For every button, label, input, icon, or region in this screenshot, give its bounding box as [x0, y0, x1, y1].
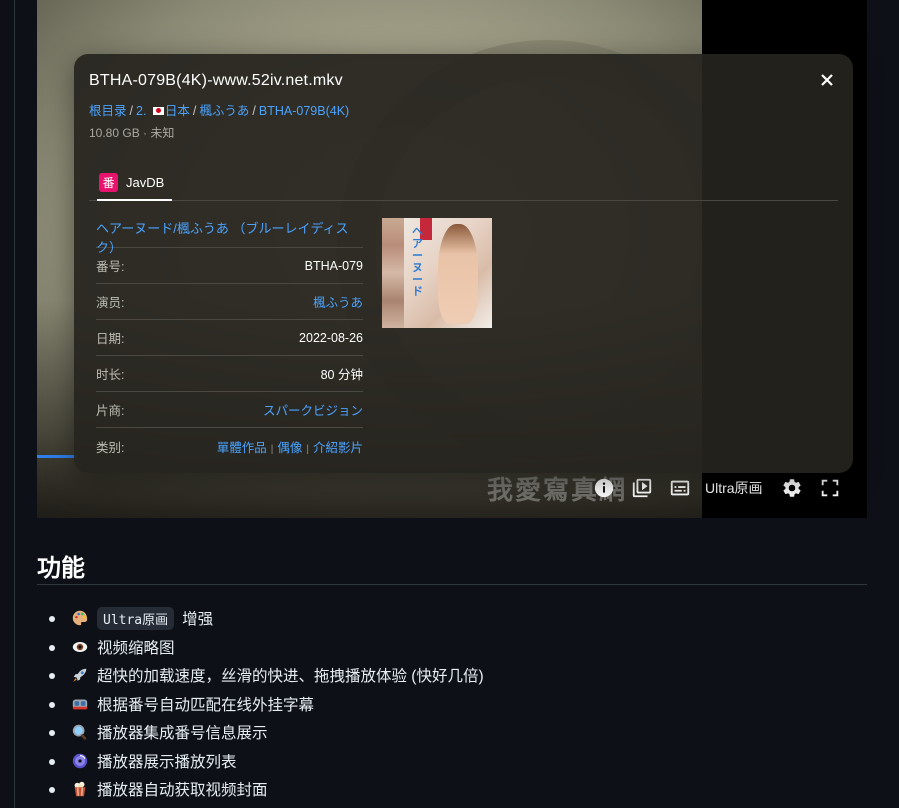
- movie-details: ヘアーヌード/楓ふうあ （ブルーレイディスク） 番号: BTHA-079 演员:…: [89, 218, 838, 464]
- breadcrumb-current[interactable]: BTHA-079B(4K): [259, 104, 349, 118]
- list-item: 播放器展示播放列表: [49, 747, 484, 776]
- video-info-panel: BTHA-079B(4K)-www.52iv.net.mkv 根目录/2. 日本…: [74, 54, 853, 473]
- eye-icon: [71, 638, 89, 656]
- source-tabs: 番 JavDB: [89, 165, 838, 201]
- cover-image[interactable]: ヘアーヌード: [382, 218, 492, 328]
- genre-link[interactable]: 介紹影片: [313, 441, 363, 455]
- detail-table: ヘアーヌード/楓ふうあ （ブルーレイディスク） 番号: BTHA-079 演员:…: [96, 218, 363, 464]
- javdb-badge-icon: 番: [99, 172, 118, 192]
- progress-bar-played[interactable]: [37, 455, 77, 458]
- detail-row-duration: 时长: 80 分钟: [96, 356, 363, 392]
- breadcrumb-actress[interactable]: 楓ふうあ: [199, 104, 249, 118]
- cover-thumbnail-strip: [382, 218, 404, 328]
- detail-value: 2022-08-26: [299, 330, 363, 345]
- list-item: 视频缩略图: [49, 633, 484, 662]
- detail-value: BTHA-079: [304, 258, 363, 273]
- palette-icon: [71, 609, 89, 627]
- jp-flag-icon: [152, 106, 164, 115]
- player-controls: Ultra原画: [585, 472, 849, 504]
- feature-list: Ultra原画 增强 视频缩略图 超快的加载速度，丝滑的快进、拖拽播放体验 (快…: [49, 604, 484, 804]
- detail-key: 演员:: [96, 296, 125, 310]
- feature-text: 播放器展示播放列表: [97, 753, 237, 771]
- settings-button[interactable]: [773, 472, 811, 504]
- file-title: BTHA-079B(4K)-www.52iv.net.mkv: [89, 72, 343, 89]
- feature-text: 视频缩略图: [97, 639, 175, 657]
- breadcrumb-separator: /: [129, 104, 133, 118]
- genre-list: 單體作品 | 偶像 | 介紹影片: [217, 437, 363, 456]
- popcorn-icon: [71, 780, 89, 798]
- detail-row-studio: 片商: スパークビジョン: [96, 392, 363, 428]
- actress-link[interactable]: 楓ふうあ: [313, 292, 363, 311]
- list-item: 播放器集成番号信息展示: [49, 718, 484, 747]
- detail-row-code: 番号: BTHA-079: [96, 248, 363, 284]
- detail-key: 类别:: [96, 440, 125, 455]
- subtitles-icon: [670, 480, 690, 496]
- feature-text: 根据番号自动匹配在线外挂字幕: [97, 696, 315, 714]
- list-item: 超快的加载速度，丝滑的快进、拖拽播放体验 (快好几倍): [49, 661, 484, 690]
- playlist-button[interactable]: [623, 472, 661, 504]
- tab-javdb[interactable]: 番 JavDB: [97, 165, 173, 201]
- tab-javdb-label: JavDB: [126, 174, 165, 190]
- info-button[interactable]: [585, 472, 623, 504]
- cover-title-text: ヘアーヌード: [412, 226, 423, 298]
- magnifier-icon: [71, 723, 89, 741]
- detail-key: 片商:: [96, 404, 125, 418]
- page-left-border: [14, 0, 15, 808]
- gear-icon: [783, 479, 801, 497]
- breadcrumb-separator: /: [252, 104, 256, 118]
- genre-separator: |: [306, 443, 309, 455]
- close-button[interactable]: [815, 68, 839, 92]
- genre-separator: |: [270, 443, 274, 455]
- breadcrumb-region[interactable]: 2. 日本: [136, 104, 190, 118]
- detail-value: 80 分钟: [320, 368, 363, 382]
- fullscreen-icon: [821, 479, 838, 497]
- detail-row-actress: 演员: 楓ふうあ: [96, 284, 363, 320]
- genre-link[interactable]: 偶像: [277, 441, 302, 455]
- subtitles-button[interactable]: [661, 472, 699, 504]
- disc-icon: [71, 752, 89, 770]
- breadcrumb-region-prefix: 2.: [136, 104, 150, 118]
- movie-title-link[interactable]: ヘアーヌード/楓ふうあ （ブルーレイディスク）: [96, 218, 363, 255]
- detail-key: 番号:: [96, 260, 125, 274]
- feature-text: 播放器集成番号信息展示: [97, 725, 268, 743]
- playlist-icon: [632, 478, 652, 498]
- detail-row-date: 日期: 2022-08-26: [96, 320, 363, 356]
- list-item: 根据番号自动匹配在线外挂字幕: [49, 690, 484, 719]
- detail-key: 日期:: [96, 332, 125, 346]
- cover-figure: [438, 224, 478, 324]
- heading-divider: [37, 584, 867, 585]
- list-item: Ultra原画 增强: [49, 604, 484, 633]
- list-item: 播放器自动获取视频封面: [49, 775, 484, 804]
- info-circle-icon: [594, 478, 614, 498]
- genre-link[interactable]: 單體作品: [217, 441, 267, 455]
- fullscreen-button[interactable]: [811, 472, 849, 504]
- breadcrumb-root[interactable]: 根目录: [89, 104, 127, 118]
- close-icon: [821, 74, 833, 86]
- breadcrumb: 根目录/2. 日本 / 楓ふうあ / BTHA-079B(4K): [89, 100, 838, 119]
- quality-selector[interactable]: Ultra原画: [699, 478, 773, 498]
- file-meta: 10.80 GB · 未知: [89, 126, 175, 140]
- feature-text: 增强: [182, 611, 214, 629]
- studio-link[interactable]: スパークビジョン: [263, 400, 363, 419]
- breadcrumb-region-label: 日本: [164, 104, 190, 118]
- detail-key: 时长:: [96, 368, 125, 382]
- feature-text: 超快的加载速度，丝滑的快进、拖拽播放体验 (快好几倍): [97, 668, 484, 686]
- feature-text: 播放器自动获取视频封面: [97, 782, 268, 800]
- goggles-icon: [71, 695, 89, 713]
- section-heading: 功能: [37, 555, 85, 582]
- rocket-icon: [71, 666, 89, 684]
- inline-code: Ultra原画: [97, 606, 175, 630]
- detail-row-genres: 类别: 單體作品 | 偶像 | 介紹影片: [96, 428, 363, 464]
- breadcrumb-separator: /: [192, 104, 197, 118]
